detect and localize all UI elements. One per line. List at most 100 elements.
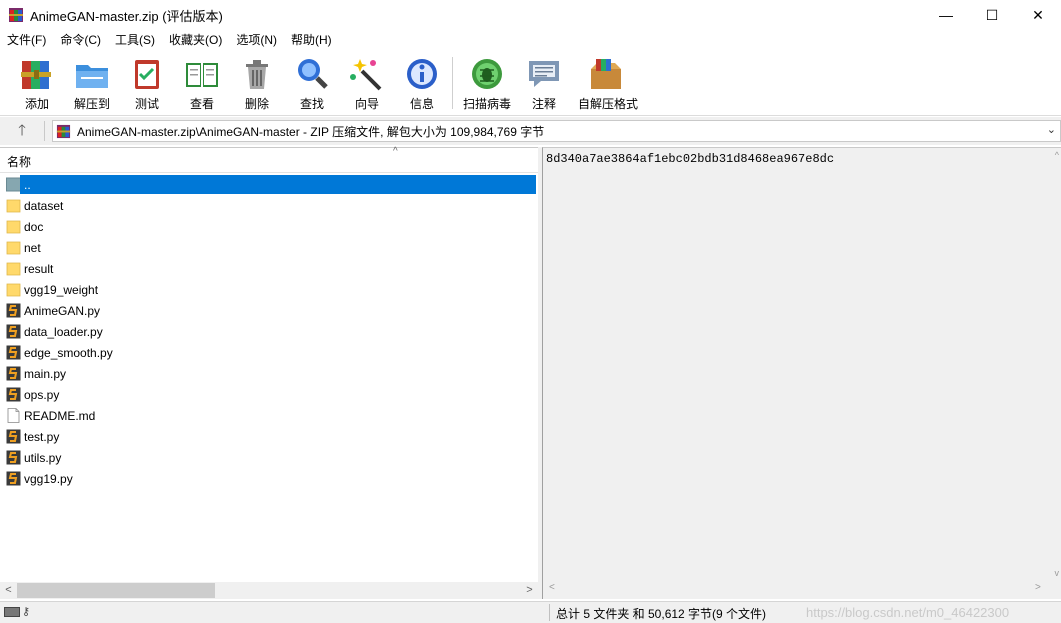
up-arrow-icon[interactable]: 🡑 (12, 121, 32, 141)
folder-icon (6, 220, 21, 234)
file-row[interactable]: utils.py (0, 447, 538, 468)
file-name: main.py (24, 366, 67, 381)
delete-label: 删除 (244, 97, 269, 111)
file-name: README.md (24, 408, 96, 423)
minimize-button[interactable]: — (923, 0, 969, 30)
file-row[interactable]: data_loader.py (0, 321, 538, 342)
parent-folder-icon (6, 177, 21, 192)
file-row[interactable]: .. (0, 174, 538, 195)
scroll-right-icon: > (1035, 582, 1041, 593)
sfx-button[interactable]: 自解压格式 (578, 55, 638, 113)
file-row[interactable]: README.md (0, 405, 538, 426)
horizontal-scrollbar[interactable]: < > (0, 582, 538, 599)
scrollbar-thumb[interactable] (17, 583, 215, 598)
archive-comment: 8d340a7ae3864af1ebc02bdb31d8468ea967e8dc (546, 152, 835, 166)
file-name: data_loader.py (24, 324, 103, 339)
comment-note-icon (529, 61, 559, 87)
file-row[interactable]: dataset (0, 195, 538, 216)
view-label: 查看 (189, 97, 214, 111)
menu-tools[interactable]: 工具(S) (108, 30, 162, 50)
scroll-left-icon[interactable]: < (0, 582, 17, 599)
menu-commands[interactable]: 命令(C) (53, 30, 108, 50)
file-row[interactable]: vgg19.py (0, 468, 538, 489)
scroll-right-icon[interactable]: > (521, 582, 538, 599)
menu-favorites[interactable]: 收藏夹(O) (162, 30, 229, 50)
menu-bar: 文件(F) 命令(C) 工具(S) 收藏夹(O) 选项(N) 帮助(H) (0, 30, 1061, 50)
file-name: vgg19_weight (24, 282, 99, 297)
file-row[interactable]: edge_smooth.py (0, 342, 538, 363)
file-name: ops.py (24, 387, 60, 402)
scroll-down-icon: v (1054, 568, 1060, 578)
file-name: result (24, 261, 54, 276)
file-row[interactable]: main.py (0, 363, 538, 384)
comment-pane: 8d340a7ae3864af1ebc02bdb31d8468ea967e8dc… (542, 147, 1061, 599)
file-name: doc (24, 219, 44, 234)
window-title: AnimeGAN-master.zip (评估版本) (30, 8, 223, 24)
address-bar[interactable]: AnimeGAN-master.zip\AnimeGAN-master - ZI… (52, 120, 1061, 142)
file-row[interactable]: doc (0, 216, 538, 237)
address-path: AnimeGAN-master.zip\AnimeGAN-master - ZI… (77, 124, 545, 139)
add-button[interactable]: 添加 (9, 55, 65, 113)
delete-button[interactable]: 删除 (229, 55, 285, 113)
file-name: net (24, 240, 41, 255)
watermark: https://blog.csdn.net/m0_46422300 (806, 605, 1010, 620)
clipboard-check-icon (135, 60, 159, 89)
view-button[interactable]: 查看 (174, 55, 230, 113)
toolbar: 添加 解压到 测试 查看 删除 查找 向导 信息 扫描病毒 注释 自解压格式 (0, 51, 1061, 116)
scroll-left-icon: < (549, 582, 555, 593)
file-row[interactable]: ops.py (0, 384, 538, 405)
file-name: test.py (24, 429, 60, 444)
find-label: 查找 (299, 97, 324, 111)
test-button[interactable]: 测试 (119, 55, 175, 113)
comment-horizontal-scrollbar: < > (543, 582, 1060, 598)
menu-options[interactable]: 选项(N) (229, 30, 284, 50)
scroll-up-icon: ^ (1054, 150, 1059, 160)
menu-file[interactable]: 文件(F) (0, 30, 53, 50)
find-button[interactable]: 查找 (284, 55, 340, 113)
column-name-header[interactable]: 名称 (7, 153, 31, 170)
file-name: .. (24, 177, 31, 192)
maximize-button[interactable]: ☐ (969, 0, 1015, 30)
info-label: 信息 (409, 97, 434, 111)
comment-button[interactable]: 注释 (516, 55, 572, 113)
chevron-down-icon[interactable]: ⌄ (1047, 123, 1056, 136)
comment-label: 注释 (531, 97, 556, 111)
status-separator (549, 604, 550, 621)
extract-button[interactable]: 解压到 (64, 55, 120, 113)
file-row[interactable]: test.py (0, 426, 538, 447)
sfx-box-icon (591, 59, 621, 89)
magnifier-icon (298, 59, 328, 89)
python-file-icon (6, 366, 21, 381)
folder-extract-icon (76, 65, 108, 88)
address-separator (44, 121, 45, 141)
menu-help[interactable]: 帮助(H) (284, 30, 339, 50)
file-name: dataset (24, 198, 64, 213)
python-file-icon (6, 471, 21, 486)
test-label: 测试 (134, 97, 159, 111)
file-row[interactable]: AnimeGAN.py (0, 300, 538, 321)
python-file-icon (6, 387, 21, 402)
add-label: 添加 (24, 97, 49, 111)
file-name: utils.py (24, 450, 62, 465)
wizard-button[interactable]: 向导 (339, 55, 395, 113)
close-button[interactable]: ✕ (1015, 0, 1061, 30)
file-row[interactable]: net (0, 237, 538, 258)
status-bar: ⚷ 总计 5 文件夹 和 50,612 字节(9 个文件) https://bl… (0, 601, 1061, 623)
extract-label: 解压到 (73, 97, 110, 111)
scan-virus-button[interactable]: 扫描病毒 (459, 55, 515, 113)
file-list: .. dataset doc net result vgg19_weight AnimeGA… (0, 174, 538, 489)
file-row[interactable]: vgg19_weight (0, 279, 538, 300)
python-file-icon (6, 303, 21, 318)
title-bar: AnimeGAN-master.zip (评估版本) — ☐ ✕ (0, 0, 1061, 30)
python-file-icon (6, 429, 21, 444)
file-row[interactable]: result (0, 258, 538, 279)
key-icon: ⚷ (22, 606, 31, 618)
file-list-pane: 名称 ^ .. dataset doc net result vgg19_weight An… (0, 146, 538, 600)
folder-icon (6, 262, 21, 276)
drive-icon (4, 607, 20, 617)
python-file-icon (6, 345, 21, 360)
folder-icon (6, 241, 21, 255)
toolbar-separator (452, 57, 453, 109)
address-row: 🡑 AnimeGAN-master.zip\AnimeGAN-master - … (0, 117, 1061, 145)
info-button[interactable]: 信息 (394, 55, 450, 113)
